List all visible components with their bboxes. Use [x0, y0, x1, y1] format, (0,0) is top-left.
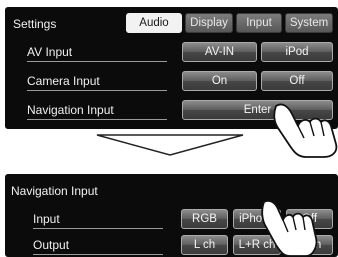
av-in-button[interactable]: AV-IN	[182, 42, 257, 62]
row-label-av-input: AV Input	[27, 45, 167, 62]
row-label-input: Input	[33, 212, 163, 229]
ipod-button[interactable]: iPod	[261, 42, 333, 62]
row-label-output: Output	[33, 238, 163, 255]
row-label-navigation-input: Navigation Input	[27, 103, 167, 120]
tab-system[interactable]: System	[285, 13, 333, 33]
tab-display[interactable]: Display	[185, 13, 233, 33]
hand-pointer-icon	[261, 199, 318, 257]
tab-input[interactable]: Input	[236, 13, 282, 33]
camera-off-button[interactable]: Off	[261, 71, 333, 91]
tab-audio[interactable]: Audio	[126, 13, 182, 33]
down-arrow-icon	[96, 134, 244, 156]
panel-title: Navigation Input	[11, 184, 98, 198]
panel-title: Settings	[13, 17, 57, 31]
hand-pointer-icon	[273, 103, 338, 158]
output-l-ch-button[interactable]: L ch	[181, 235, 228, 255]
row-label-camera-input: Camera Input	[27, 74, 167, 91]
input-rgb-button[interactable]: RGB	[181, 209, 228, 229]
camera-on-button[interactable]: On	[182, 71, 257, 91]
